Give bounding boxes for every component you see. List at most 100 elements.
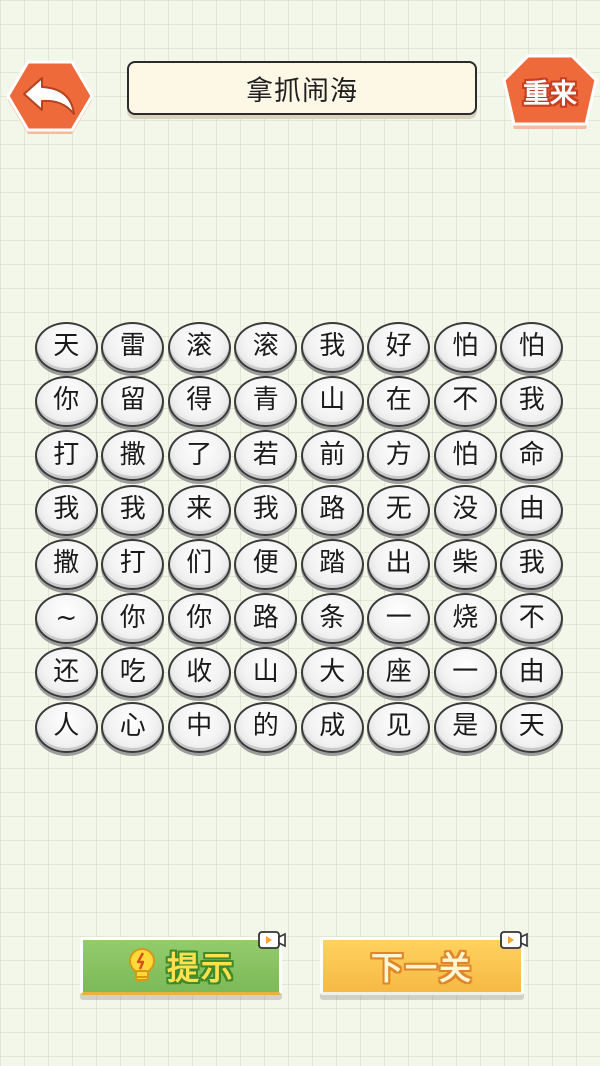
next-level-label: 下一关 <box>370 949 473 987</box>
grid-cell[interactable]: 来 <box>166 483 233 537</box>
next-level-button[interactable]: 下一关 <box>320 931 528 995</box>
grid-cell[interactable]: 大 <box>299 646 366 700</box>
grid-cell[interactable]: 路 <box>233 591 300 645</box>
grid-character: 山 <box>300 375 364 427</box>
grid-cell[interactable]: 成 <box>299 700 366 754</box>
grid-cell[interactable]: 条 <box>299 591 366 645</box>
restart-button[interactable]: 重来 <box>500 50 600 132</box>
grid-cell[interactable]: 方 <box>366 429 433 483</box>
grid-cell[interactable]: 一 <box>432 646 499 700</box>
grid-character: 天 <box>500 701 564 753</box>
grid-cell[interactable]: 了 <box>166 429 233 483</box>
grid-cell[interactable]: 收 <box>166 646 233 700</box>
grid-cell[interactable]: 你 <box>100 591 167 645</box>
grid-cell[interactable]: 留 <box>100 374 167 428</box>
grid-cell[interactable]: 无 <box>366 483 433 537</box>
grid-cell[interactable]: 青 <box>233 374 300 428</box>
grid-cell[interactable]: 路 <box>299 483 366 537</box>
grid-character: 天 <box>34 321 98 373</box>
grid-cell[interactable]: 座 <box>366 646 433 700</box>
grid-cell[interactable]: ~ <box>33 591 100 645</box>
grid-character: 得 <box>167 375 231 427</box>
grid-cell[interactable]: 们 <box>166 537 233 591</box>
grid-cell[interactable]: 人 <box>33 700 100 754</box>
back-button[interactable] <box>6 58 94 134</box>
grid-character: 你 <box>34 375 98 427</box>
grid-character: 一 <box>433 647 497 699</box>
grid-cell[interactable]: 不 <box>499 591 566 645</box>
grid-character: 条 <box>300 593 364 645</box>
grid-cell[interactable]: 撒 <box>33 537 100 591</box>
grid-cell[interactable]: 由 <box>499 646 566 700</box>
hint-button[interactable]: 提示 <box>80 931 286 995</box>
grid-character: 我 <box>101 484 165 536</box>
grid-cell[interactable]: 心 <box>100 700 167 754</box>
grid-character: 我 <box>234 484 298 536</box>
grid-cell[interactable]: 出 <box>366 537 433 591</box>
grid-character: 还 <box>34 647 98 699</box>
grid-cell[interactable]: 滚 <box>166 320 233 374</box>
grid-character: 人 <box>34 701 98 753</box>
grid-cell[interactable]: 柴 <box>432 537 499 591</box>
restart-label: 重来 <box>523 79 577 110</box>
grid-cell[interactable]: 怕 <box>499 320 566 374</box>
grid-cell[interactable]: 撒 <box>100 429 167 483</box>
grid-cell[interactable]: 我 <box>499 374 566 428</box>
grid-cell[interactable]: 烧 <box>432 591 499 645</box>
grid-character: 由 <box>500 647 564 699</box>
grid-cell[interactable]: 在 <box>366 374 433 428</box>
grid-character: 在 <box>367 375 431 427</box>
grid-character: 青 <box>234 375 298 427</box>
grid-cell[interactable]: 见 <box>366 700 433 754</box>
grid-cell[interactable]: 天 <box>499 700 566 754</box>
grid-cell[interactable]: 雷 <box>100 320 167 374</box>
grid-cell[interactable]: 天 <box>33 320 100 374</box>
grid-character: 好 <box>367 321 431 373</box>
grid-cell[interactable]: 你 <box>166 591 233 645</box>
grid-cell[interactable]: 吃 <box>100 646 167 700</box>
grid-character: 我 <box>500 538 564 590</box>
grid-character: 我 <box>500 375 564 427</box>
grid-cell[interactable]: 我 <box>100 483 167 537</box>
grid-cell[interactable]: 是 <box>432 700 499 754</box>
grid-cell[interactable]: 踏 <box>299 537 366 591</box>
grid-cell[interactable]: 你 <box>33 374 100 428</box>
grid-character: 无 <box>367 484 431 536</box>
grid-cell[interactable]: 山 <box>299 374 366 428</box>
grid-cell[interactable]: 怕 <box>432 429 499 483</box>
grid-character: 吃 <box>101 647 165 699</box>
grid-cell[interactable]: 若 <box>233 429 300 483</box>
grid-cell[interactable]: 打 <box>100 537 167 591</box>
grid-cell[interactable]: 的 <box>233 700 300 754</box>
level-title: 拿抓闹海 <box>127 61 477 115</box>
grid-cell[interactable]: 怕 <box>432 320 499 374</box>
grid-character: 便 <box>234 538 298 590</box>
grid-cell[interactable]: 好 <box>366 320 433 374</box>
grid-cell[interactable]: 不 <box>432 374 499 428</box>
grid-cell[interactable]: 我 <box>33 483 100 537</box>
grid-cell[interactable]: 没 <box>432 483 499 537</box>
grid-character: 撒 <box>34 538 98 590</box>
grid-character: 怕 <box>433 321 497 373</box>
grid-cell[interactable]: 便 <box>233 537 300 591</box>
grid-cell[interactable]: 前 <box>299 429 366 483</box>
grid-cell[interactable]: 还 <box>33 646 100 700</box>
grid-cell[interactable]: 得 <box>166 374 233 428</box>
grid-character: 中 <box>167 701 231 753</box>
grid-cell[interactable]: 我 <box>299 320 366 374</box>
video-ad-icon <box>258 931 286 949</box>
grid-cell[interactable]: 由 <box>499 483 566 537</box>
hint-label: 提示 <box>166 949 235 987</box>
grid-character: 收 <box>167 647 231 699</box>
grid-cell[interactable]: 我 <box>499 537 566 591</box>
grid-character: 没 <box>433 484 497 536</box>
grid-cell[interactable]: 命 <box>499 429 566 483</box>
grid-character: 命 <box>500 430 564 482</box>
grid-cell[interactable]: 打 <box>33 429 100 483</box>
grid-character: 山 <box>234 647 298 699</box>
grid-cell[interactable]: 中 <box>166 700 233 754</box>
grid-cell[interactable]: 我 <box>233 483 300 537</box>
grid-cell[interactable]: 滚 <box>233 320 300 374</box>
grid-cell[interactable]: 山 <box>233 646 300 700</box>
grid-cell[interactable]: 一 <box>366 591 433 645</box>
